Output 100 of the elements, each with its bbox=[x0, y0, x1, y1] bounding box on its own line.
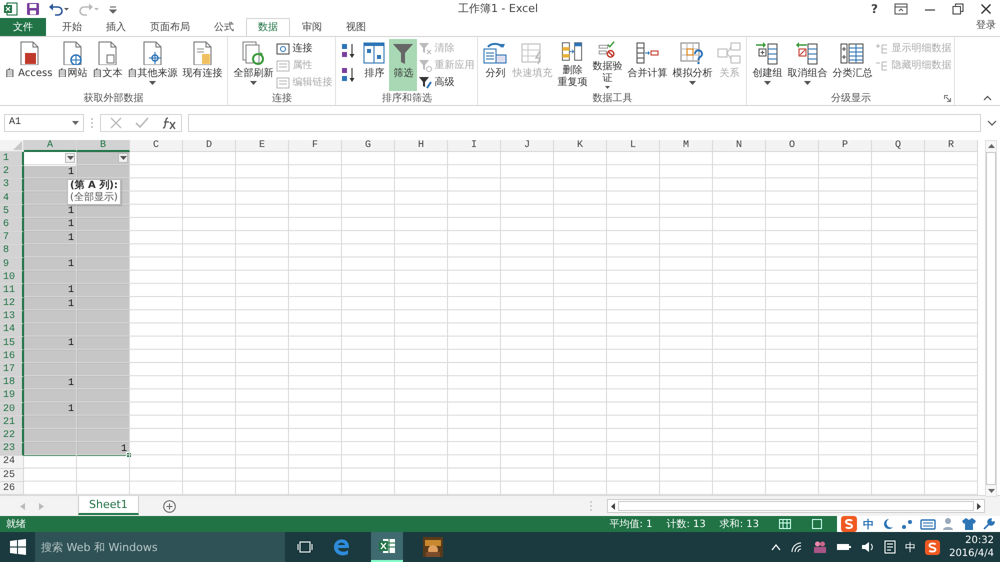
ribbon-button[interactable]: 现有连接 bbox=[180, 38, 224, 91]
row-header[interactable]: 20 bbox=[0, 403, 24, 416]
filter-dropdown-button[interactable] bbox=[118, 153, 128, 164]
column-header[interactable]: H bbox=[395, 140, 448, 152]
row-header[interactable]: 13 bbox=[0, 310, 24, 324]
column-header[interactable]: E bbox=[236, 140, 289, 152]
row-header[interactable]: 7 bbox=[0, 232, 24, 245]
row-header[interactable]: 16 bbox=[0, 350, 24, 364]
ribbon-button[interactable]: 自其他来源 bbox=[125, 38, 180, 91]
page-layout-icon[interactable] bbox=[811, 519, 823, 530]
ime-logo-icon[interactable] bbox=[925, 540, 940, 555]
task-view-icon[interactable] bbox=[297, 540, 313, 554]
sort-descending-icon[interactable] bbox=[342, 66, 356, 83]
row-header[interactable]: 18 bbox=[0, 376, 24, 390]
row-header[interactable]: 14 bbox=[0, 324, 24, 338]
ribbon-tab[interactable]: 审阅 bbox=[290, 18, 334, 36]
ribbon-button[interactable]: 模拟分析 bbox=[670, 38, 714, 91]
keyboard-icon[interactable] bbox=[920, 517, 936, 532]
ribbon-tab[interactable]: 公式 bbox=[202, 18, 246, 36]
ribbon-button[interactable]: 全部刷新 bbox=[231, 38, 276, 91]
column-header[interactable]: A bbox=[24, 140, 77, 152]
ribbon-tab[interactable]: 开始 bbox=[50, 18, 94, 36]
ribbon-button[interactable]: 分列 bbox=[481, 38, 510, 91]
input-mode-button[interactable]: 中 bbox=[863, 516, 874, 532]
row-header[interactable]: 2 bbox=[0, 166, 24, 179]
ribbon-button[interactable]: 删除 重复项 bbox=[555, 38, 590, 91]
row-header[interactable]: 3 bbox=[0, 178, 24, 192]
notes-icon[interactable] bbox=[884, 540, 896, 554]
row-header[interactable]: 9 bbox=[0, 258, 24, 272]
ribbon-display-icon[interactable] bbox=[894, 2, 908, 15]
search-field[interactable]: 搜索 Web 和 Windows bbox=[35, 532, 285, 562]
excel-logo-icon[interactable] bbox=[4, 2, 18, 16]
scroll-up-icon[interactable] bbox=[988, 144, 994, 148]
row-header[interactable]: 26 bbox=[0, 482, 24, 496]
shirt-icon[interactable] bbox=[962, 517, 976, 532]
show-hidden-icons-icon[interactable] bbox=[771, 543, 782, 552]
row-header[interactable]: 4 bbox=[0, 192, 24, 206]
row-header[interactable]: 11 bbox=[0, 284, 24, 298]
scroll-left-icon[interactable] bbox=[611, 502, 615, 510]
formula-field[interactable] bbox=[188, 114, 981, 132]
input-mode-button[interactable]: 中 bbox=[905, 540, 916, 555]
column-header[interactable]: N bbox=[713, 140, 766, 152]
column-header[interactable]: P bbox=[819, 140, 872, 152]
ribbon-button[interactable]: 自文本 bbox=[90, 38, 124, 91]
ribbon-tab[interactable]: 插入 bbox=[94, 18, 138, 36]
row-header[interactable]: 10 bbox=[0, 271, 24, 284]
column-header[interactable]: R bbox=[925, 140, 978, 152]
wrench-icon[interactable] bbox=[982, 517, 996, 532]
column-header[interactable]: J bbox=[501, 140, 554, 152]
punctuation-icon[interactable] bbox=[900, 517, 914, 532]
filter-dropdown-button[interactable] bbox=[65, 153, 75, 164]
column-header[interactable]: I bbox=[448, 140, 501, 152]
column-header[interactable]: C bbox=[130, 140, 183, 152]
ribbon-button[interactable]: 自网站 bbox=[55, 38, 90, 91]
row-header[interactable]: 5 bbox=[0, 205, 24, 218]
speaker-icon[interactable] bbox=[861, 541, 876, 554]
dialog-launcher-icon[interactable] bbox=[944, 94, 952, 102]
restore-icon[interactable] bbox=[952, 2, 964, 15]
column-header[interactable]: L bbox=[607, 140, 660, 152]
horizontal-scrollbar[interactable] bbox=[607, 499, 985, 514]
ribbon-button[interactable]: 数据验 证 bbox=[590, 38, 624, 91]
excel-taskbar-button[interactable] bbox=[371, 532, 403, 562]
ribbon-button[interactable]: 高级 bbox=[418, 74, 474, 90]
row-header[interactable]: 1 bbox=[0, 152, 24, 166]
row-header[interactable]: 19 bbox=[0, 390, 24, 403]
ribbon-tab[interactable]: 数据 bbox=[246, 18, 290, 36]
row-header[interactable]: 24 bbox=[0, 456, 24, 469]
clock[interactable]: 20:32 2016/4/4 bbox=[949, 534, 994, 560]
row-header[interactable]: 23 bbox=[0, 442, 24, 456]
column-header[interactable]: Q bbox=[872, 140, 925, 152]
file-tab[interactable]: 文件 bbox=[0, 18, 46, 36]
row-header[interactable]: 22 bbox=[0, 429, 24, 443]
column-header[interactable]: G bbox=[342, 140, 395, 152]
help-button[interactable]: ? bbox=[871, 2, 878, 16]
battery-icon[interactable] bbox=[836, 542, 852, 552]
ribbon-button[interactable]: 创建组 bbox=[750, 38, 784, 91]
ribbon-button[interactable]: 分类汇总 bbox=[830, 38, 874, 91]
row-header[interactable]: 15 bbox=[0, 337, 24, 350]
scroll-thumb[interactable] bbox=[986, 152, 996, 486]
insert-function-icon[interactable] bbox=[161, 116, 177, 130]
save-icon[interactable] bbox=[26, 2, 40, 16]
browser-icon[interactable] bbox=[333, 538, 351, 556]
ime-logo-icon[interactable] bbox=[841, 516, 857, 532]
ribbon-button[interactable]: 取消组合 bbox=[785, 38, 830, 91]
scroll-thumb[interactable] bbox=[618, 501, 974, 512]
column-header[interactable]: B bbox=[77, 140, 130, 152]
expand-icon[interactable] bbox=[987, 120, 997, 126]
normal-view-icon[interactable] bbox=[779, 519, 791, 530]
collapse-ribbon-icon[interactable] bbox=[983, 94, 992, 101]
people-icon[interactable] bbox=[813, 540, 828, 554]
ribbon-button[interactable]: 排序 bbox=[360, 38, 388, 91]
sign-in-link[interactable]: 登录 bbox=[972, 18, 1000, 32]
column-header[interactable]: O bbox=[766, 140, 819, 152]
row-header[interactable]: 17 bbox=[0, 363, 24, 377]
row-header[interactable]: 8 bbox=[0, 244, 24, 258]
row-header[interactable]: 12 bbox=[0, 298, 24, 311]
close-icon[interactable] bbox=[980, 2, 992, 15]
column-header[interactable]: D bbox=[183, 140, 236, 152]
sheet-tab[interactable]: Sheet1 bbox=[78, 496, 139, 516]
ribbon-button[interactable]: 连接 bbox=[276, 40, 332, 56]
